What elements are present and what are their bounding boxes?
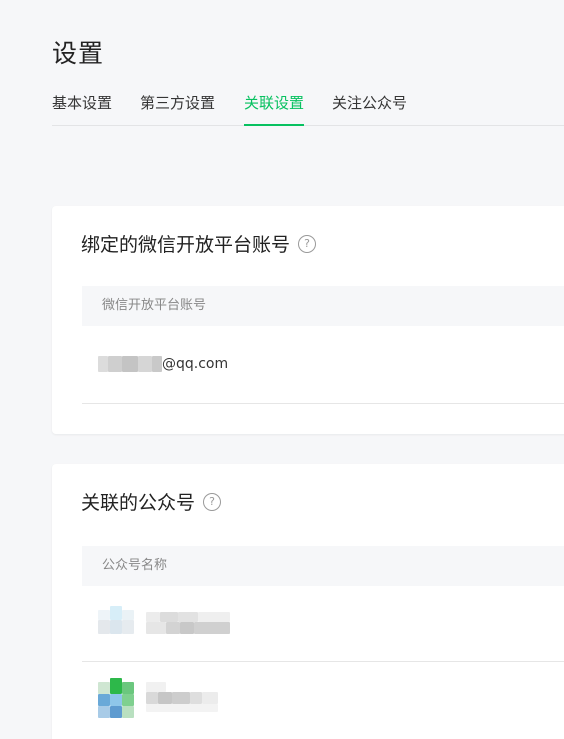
linked-accounts-title: 关联的公众号 ? <box>81 488 222 515</box>
settings-page: 设置 基本设置 第三方设置 关联设置 关注公众号 绑定的微信开放平台账号 ? 微… <box>0 0 564 739</box>
settings-tabs: 基本设置 第三方设置 关联设置 关注公众号 <box>52 92 564 126</box>
tab-follow-official-account[interactable]: 关注公众号 <box>332 92 407 125</box>
bound-account-card: 绑定的微信开放平台账号 ? 微信开放平台账号 @qq.com <box>52 206 564 434</box>
column-header-account-name: 公众号名称 <box>102 558 168 573</box>
table-header: 微信开放平台账号 <box>82 286 564 326</box>
table-header: 公众号名称 <box>82 546 564 586</box>
bound-account-title: 绑定的微信开放平台账号 ? <box>81 230 317 257</box>
tab-basic-settings[interactable]: 基本设置 <box>52 92 112 125</box>
help-icon[interactable]: ? <box>203 492 222 511</box>
linked-accounts-card: 关联的公众号 ? 公众号名称 <box>52 464 564 739</box>
help-icon[interactable]: ? <box>298 234 317 253</box>
account-email-suffix: @qq.com <box>162 356 229 372</box>
table-row[interactable] <box>82 586 564 662</box>
column-header-account: 微信开放平台账号 <box>102 298 207 313</box>
table-row[interactable] <box>82 662 564 739</box>
linked-accounts-title-text: 关联的公众号 <box>81 492 196 514</box>
table-row: @qq.com <box>82 326 564 404</box>
bound-account-title-text: 绑定的微信开放平台账号 <box>81 234 291 256</box>
tab-linked-settings[interactable]: 关联设置 <box>244 92 305 126</box>
tab-third-party-settings[interactable]: 第三方设置 <box>140 92 215 125</box>
page-title: 设置 <box>52 39 105 68</box>
